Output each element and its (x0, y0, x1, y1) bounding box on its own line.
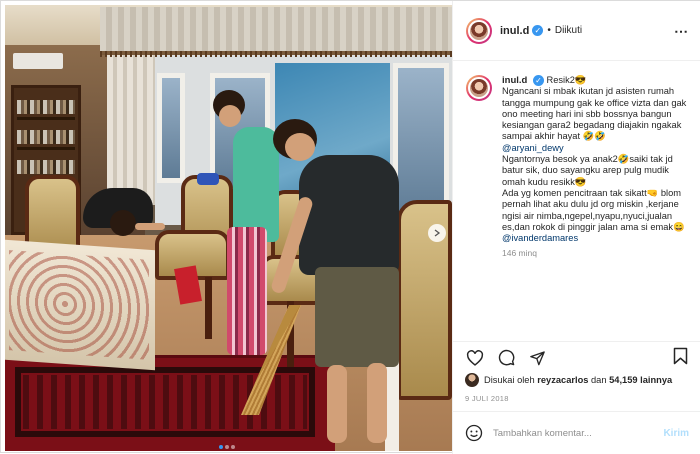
curtain-valance (100, 7, 452, 55)
send-icon (529, 350, 545, 365)
separator-dot: • (547, 25, 551, 36)
comment-icon (498, 349, 514, 366)
carousel-dot (219, 445, 223, 449)
add-comment-bar: Kirim (453, 411, 700, 454)
caption-username-link[interactable]: inul.d (502, 75, 527, 86)
person-face (285, 133, 315, 161)
cabinet-bottles (17, 100, 75, 114)
bookmark-icon (673, 347, 688, 365)
verified-badge-icon: ✓ (532, 25, 544, 36)
share-button[interactable] (527, 348, 547, 368)
caption-timestamp: 146 minq (502, 248, 537, 259)
following-status[interactable]: Diikuti (555, 25, 582, 36)
caption-text: Ngantornya besok ya anak2🤣saiki tak jd b… (502, 154, 673, 187)
carousel-next-button[interactable] (428, 224, 446, 242)
carousel-indicator (219, 441, 241, 449)
caption-text: Ada yg komen pencitraan tak sikatt🤜 blom… (502, 187, 685, 232)
likes-count-link[interactable]: 54,159 lainnya (609, 375, 672, 385)
save-button[interactable] (673, 347, 688, 368)
cabinet-shelf (17, 117, 75, 120)
liker-avatar[interactable] (465, 373, 479, 387)
more-options-icon[interactable]: ⋯ (674, 23, 689, 40)
post-header: inul.d ✓ • Diikuti ⋯ (453, 1, 700, 61)
tablecloth-pattern (9, 250, 149, 360)
likes-summary: Disukai oleh reyzacarlos dan 54,159 lain… (465, 373, 695, 387)
person-leg (367, 363, 387, 443)
blue-cloth (197, 173, 219, 185)
person-head (110, 210, 136, 236)
person-leg (327, 365, 347, 443)
cabinet-bottles (17, 130, 75, 144)
curtain-fringe (100, 51, 452, 57)
comment-input[interactable] (493, 427, 664, 439)
mention-link[interactable]: @ivanderdamares (502, 233, 689, 244)
likes-conjunction: dan (591, 375, 607, 385)
window-pane (393, 63, 449, 223)
person-arm (135, 223, 165, 230)
carousel-dot (225, 445, 229, 449)
mention-link[interactable]: @aryani_dewy (502, 143, 689, 154)
post-caption: inul.d ✓ Resik2😎 Ngancani si mbak ikutan… (502, 75, 689, 341)
likes-prefix: Disukai oleh (484, 375, 535, 385)
like-button[interactable] (465, 348, 485, 368)
avatar-image (468, 19, 490, 42)
avatar[interactable] (466, 17, 492, 44)
liker-username-link[interactable]: reyzacarlos (537, 375, 588, 385)
person-plaid-pants (227, 227, 267, 355)
chevron-right-icon (434, 229, 441, 237)
post-date[interactable]: 9 JULI 2018 (465, 394, 509, 403)
heart-icon (466, 349, 484, 366)
person-face (219, 105, 241, 127)
verified-badge-icon: ✓ (532, 75, 544, 87)
caption-area: inul.d ✓ Resik2😎 Ngancani si mbak ikutan… (453, 61, 700, 341)
username-link[interactable]: inul.d (500, 25, 529, 37)
person-black-tee (299, 155, 399, 275)
window-pane (157, 73, 185, 183)
post-comment-button[interactable]: Kirim (663, 428, 689, 439)
smiley-icon[interactable] (465, 424, 483, 442)
avatar[interactable] (466, 75, 492, 101)
cabinet-bottles (17, 160, 75, 174)
post-photo[interactable] (5, 5, 452, 451)
carousel-dot (231, 445, 235, 449)
avatar-image (468, 77, 490, 99)
caption-line: Resik2😎 (546, 75, 587, 85)
comment-button[interactable] (496, 348, 516, 368)
action-bar (453, 341, 700, 373)
instagram-post: inul.d ✓ • Diikuti ⋯ inul.d ✓ Resik2😎 Ng… (0, 0, 700, 454)
air-conditioner (13, 53, 63, 69)
post-sidebar: inul.d ✓ • Diikuti ⋯ inul.d ✓ Resik2😎 Ng… (452, 1, 700, 454)
chair-leg (205, 277, 212, 339)
curtain (107, 55, 155, 205)
person-grey-shorts (315, 267, 399, 367)
person-green-shirt (233, 127, 279, 242)
cabinet-shelf (17, 147, 75, 150)
caption-text: Ngancani si mbak ikutan jd asisten rumah… (502, 86, 687, 142)
